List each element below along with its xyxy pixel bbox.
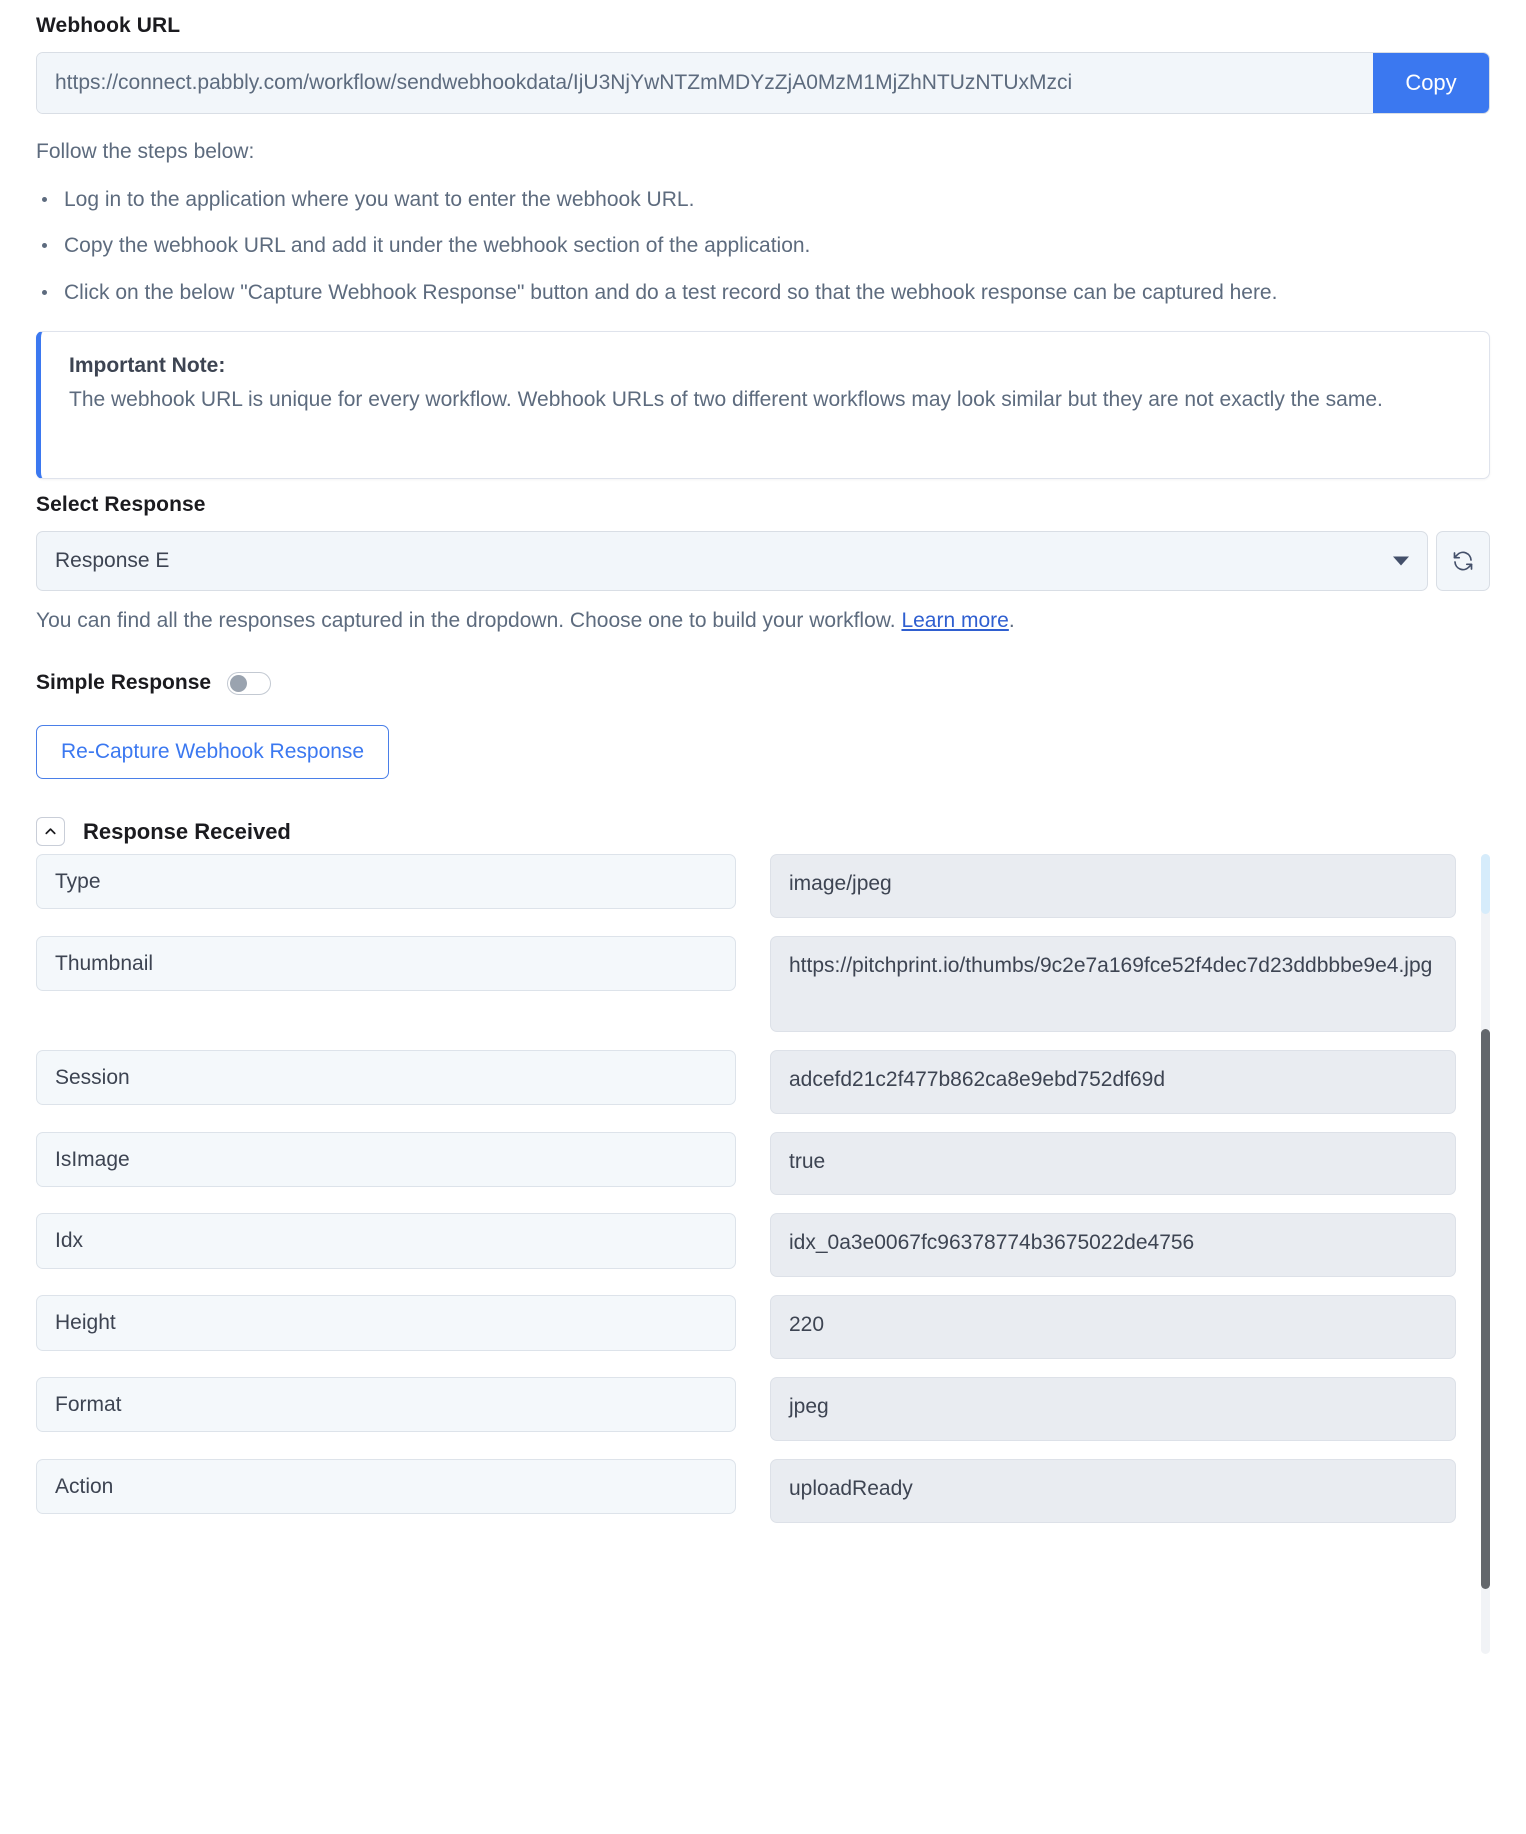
select-response-row: Response E <box>36 531 1490 592</box>
simple-response-toggle[interactable] <box>227 671 272 695</box>
copy-button[interactable]: Copy <box>1373 53 1489 113</box>
webhook-url-row: Copy <box>36 52 1490 114</box>
row-value[interactable]: jpeg <box>770 1377 1456 1441</box>
table-row: Type image/jpeg <box>36 854 1490 918</box>
row-value[interactable]: true <box>770 1131 1456 1196</box>
table-row: Height 220 <box>36 1295 1490 1360</box>
select-response-help: You can find all the responses captured … <box>36 609 1490 633</box>
select-response-label: Select Response <box>36 493 206 517</box>
simple-response-label: Simple Response <box>36 671 212 695</box>
select-response-help-text: You can find all the responses captured … <box>36 609 896 633</box>
table-row: IsImage true <box>36 1131 1490 1196</box>
steps-intro: Follow the steps below: <box>36 140 255 163</box>
response-received-header: Response Received <box>36 817 1490 847</box>
row-key[interactable]: IsImage <box>36 1131 736 1187</box>
vertical-scrollbar-thumb[interactable] <box>1481 1029 1490 1590</box>
learn-more-link[interactable]: Learn more <box>901 609 1008 632</box>
simple-response-row: Simple Response <box>36 671 1490 695</box>
select-response-help-suffix: . <box>1008 609 1015 633</box>
row-key[interactable]: Format <box>36 1377 736 1433</box>
webhook-url-input[interactable] <box>37 53 1373 113</box>
select-response-dropdown[interactable]: Response E <box>36 531 1428 592</box>
collapse-toggle-button[interactable] <box>36 817 65 847</box>
row-key[interactable]: Thumbnail <box>36 935 736 992</box>
response-received-title: Response Received <box>83 818 291 844</box>
row-value[interactable]: https://pitchprint.io/thumbs/9c2e7a169fc… <box>770 935 1456 1032</box>
row-value[interactable]: idx_0a3e0067fc96378774b3675022de4756 <box>770 1213 1456 1278</box>
refresh-icon <box>1451 549 1475 573</box>
row-key[interactable]: Session <box>36 1049 736 1106</box>
webhook-url-label: Webhook URL <box>36 14 181 37</box>
table-row: Thumbnail https://pitchprint.io/thumbs/9… <box>36 935 1490 1032</box>
refresh-responses-button[interactable] <box>1436 531 1490 592</box>
step-item: Click on the below "Capture Webhook Resp… <box>36 279 1490 307</box>
row-key[interactable]: Height <box>36 1295 736 1351</box>
table-row: Idx idx_0a3e0067fc96378774b3675022de4756 <box>36 1213 1490 1278</box>
recapture-webhook-response-button[interactable]: Re-Capture Webhook Response <box>36 725 390 780</box>
row-key[interactable]: Idx <box>36 1213 736 1269</box>
row-key[interactable]: Action <box>36 1458 736 1515</box>
step-item: Copy the webhook URL and add it under th… <box>36 232 1490 260</box>
row-value[interactable]: adcefd21c2f477b862ca8e9ebd752df69d <box>770 1049 1456 1114</box>
chevron-up-icon <box>43 824 58 839</box>
row-value[interactable]: uploadReady <box>770 1458 1456 1523</box>
table-row: Format jpeg <box>36 1377 1490 1441</box>
toggle-knob <box>230 674 248 692</box>
webhook-setup-page: Webhook URL Copy Follow the steps below:… <box>0 0 1526 1834</box>
row-value[interactable]: 220 <box>770 1295 1456 1360</box>
steps-list: Log in to the application where you want… <box>36 186 1490 307</box>
important-note-text: The webhook URL is unique for every work… <box>69 388 1383 412</box>
important-note-box: Important Note: The webhook URL is uniqu… <box>36 331 1490 480</box>
important-note-title: Important Note: <box>69 354 226 378</box>
response-scroll-area[interactable]: d23ddbbbe9e4.jpg Type image/jpeg Thumbna… <box>36 854 1490 1655</box>
row-value[interactable]: image/jpeg <box>770 854 1456 918</box>
chevron-down-icon <box>1393 556 1409 566</box>
select-response-value: Response E <box>55 549 170 573</box>
row-key[interactable]: Type <box>36 854 736 910</box>
step-item: Log in to the application where you want… <box>36 186 1490 214</box>
table-row: Action uploadReady <box>36 1458 1490 1523</box>
vertical-scrollbar-top-indicator <box>1481 854 1490 915</box>
response-rows-container: d23ddbbbe9e4.jpg Type image/jpeg Thumbna… <box>36 854 1490 1541</box>
table-row: Session adcefd21c2f477b862ca8e9ebd752df6… <box>36 1049 1490 1114</box>
